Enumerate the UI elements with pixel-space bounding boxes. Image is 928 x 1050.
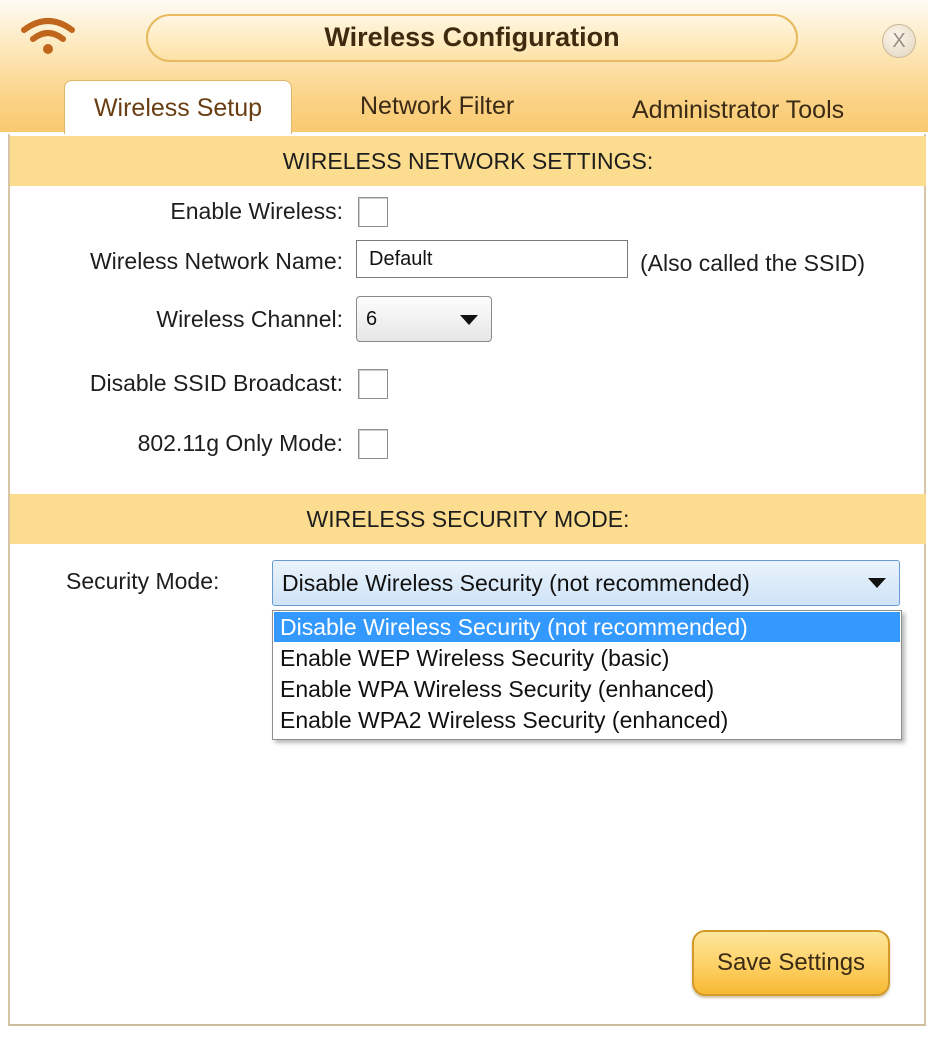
security-mode-header: WIRELESS SECURITY MODE: [10,494,926,544]
disable-ssid-broadcast-checkbox[interactable] [358,369,388,399]
enable-wireless-checkbox[interactable] [358,197,388,227]
close-icon[interactable]: X [882,24,916,58]
security-mode-value: Disable Wireless Security (not recommend… [282,570,750,596]
ssid-note: (Also called the SSID) [640,250,865,276]
channel-chevron-down-icon [460,315,478,325]
enable-wireless-label: Enable Wireless: [170,198,343,224]
channel-label: Wireless Channel: [156,306,343,332]
disable-ssid-broadcast-label: Disable SSID Broadcast: [89,370,343,396]
security-mode-options: Disable Wireless Security (not recommend… [272,610,902,740]
network-settings-header: WIRELESS NETWORK SETTINGS: [10,136,926,186]
title-bar: Wireless Configuration X Wireless Setup … [0,0,928,136]
tab-administrator-tools[interactable]: Administrator Tools [632,96,844,125]
tab-wireless-setup[interactable]: Wireless Setup [64,80,292,136]
g-only-mode-label: 802.11g Only Mode: [137,430,343,456]
security-mode-label: Security Mode: [66,568,220,594]
security-option-disable[interactable]: Disable Wireless Security (not recommend… [274,612,900,642]
save-settings-button[interactable]: Save Settings [692,930,890,996]
tab-network-filter[interactable]: Network Filter [360,92,514,121]
security-option-wep[interactable]: Enable WEP Wireless Security (basic) [274,643,900,673]
network-name-label: Wireless Network Name: [89,248,343,274]
security-option-wpa[interactable]: Enable WPA Wireless Security (enhanced) [274,674,900,704]
security-chevron-down-icon [868,578,886,588]
security-option-wpa2[interactable]: Enable WPA2 Wireless Security (enhanced) [274,705,900,735]
network-name-input[interactable] [356,240,628,278]
wifi-icon [21,18,75,54]
window-title: Wireless Configuration [324,22,620,52]
g-only-mode-checkbox[interactable] [358,429,388,459]
channel-value: 6 [366,308,378,330]
